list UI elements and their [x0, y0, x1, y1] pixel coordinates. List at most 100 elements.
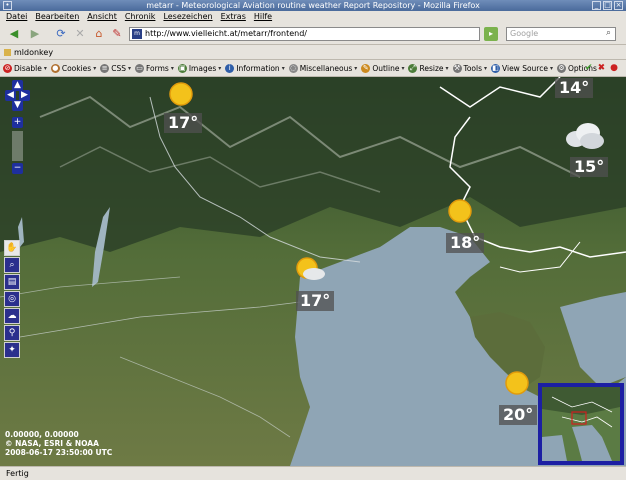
- menu-datei[interactable]: Datei: [6, 11, 27, 23]
- partly-cloudy-icon: [296, 257, 325, 280]
- bookmark-page-icon: [4, 49, 11, 56]
- dev-disable-menu[interactable]: ⊘ Disable ▾: [3, 63, 47, 73]
- chevron-down-icon: ▾: [401, 64, 405, 72]
- url-text: http://www.vielleicht.at/metarr/frontend…: [145, 29, 307, 38]
- bookmark-tool-icon[interactable]: ✎: [109, 26, 125, 42]
- menu-hilfe[interactable]: Hilfe: [254, 11, 272, 23]
- dev-tools-menu[interactable]: ⚒ Tools ▾: [452, 63, 488, 73]
- search-input[interactable]: Google: [506, 27, 616, 41]
- close-icon[interactable]: ×: [614, 1, 623, 10]
- home-icon[interactable]: ⌂: [91, 26, 107, 42]
- source-icon: ◧: [491, 63, 501, 73]
- images-icon: ▣: [177, 63, 187, 73]
- warning-icon[interactable]: ●: [610, 63, 618, 73]
- zoom-box-icon[interactable]: ⌕: [4, 257, 20, 273]
- cloud-icon: [566, 123, 604, 149]
- info-query-icon[interactable]: ✦: [4, 342, 20, 358]
- go-button[interactable]: ▸: [484, 27, 498, 41]
- hand-pan-icon[interactable]: ✋: [4, 240, 20, 256]
- url-bar[interactable]: m http://www.vielleicht.at/metarr/fronte…: [129, 27, 480, 41]
- measure-icon[interactable]: ▤: [4, 274, 20, 290]
- maximize-icon[interactable]: □: [603, 1, 612, 10]
- chevron-down-icon: ▾: [128, 64, 132, 72]
- zoom-out-icon[interactable]: −: [12, 163, 23, 174]
- no-entry-icon: ⊘: [3, 63, 12, 73]
- cookie-icon: ●: [50, 63, 60, 73]
- chevron-down-icon: ▾: [549, 64, 553, 72]
- chevron-down-icon: ▾: [354, 64, 358, 72]
- pan-down-icon[interactable]: ▼: [12, 100, 23, 111]
- menu-bar: Datei Bearbeiten Ansicht Chronik Lesezei…: [0, 11, 626, 23]
- dev-css-menu[interactable]: ≡ CSS ▾: [100, 63, 132, 73]
- dev-outline-menu[interactable]: ✎ Outline ▾: [361, 63, 405, 73]
- menu-lesezeichen[interactable]: Lesezeichen: [163, 11, 212, 23]
- weather-temp: 20°: [499, 405, 538, 425]
- stop-icon[interactable]: ✕: [72, 26, 88, 42]
- dev-forms-menu[interactable]: ▭ Forms ▾: [135, 63, 174, 73]
- zoom-in-icon[interactable]: +: [12, 117, 23, 128]
- dev-cookies-menu[interactable]: ● Cookies ▾: [50, 63, 97, 73]
- cloud-layer-icon[interactable]: ☁: [4, 308, 20, 324]
- bookmarks-toolbar: mldonkey: [0, 45, 626, 60]
- search-map-icon[interactable]: ⚲: [4, 325, 20, 341]
- dev-miscellaneous-label: Miscellaneous: [299, 63, 353, 73]
- bookmark-mldonkey[interactable]: mldonkey: [14, 48, 53, 57]
- dev-information-menu[interactable]: i Information ▾: [225, 63, 285, 73]
- status-text: Fertig: [6, 469, 29, 478]
- weather-temp: 17°: [296, 291, 335, 311]
- chevron-down-icon: ▾: [43, 64, 47, 72]
- reload-icon[interactable]: ⟳: [53, 26, 69, 42]
- sun-icon: [505, 371, 529, 395]
- chevron-down-icon: ▾: [93, 64, 97, 72]
- forward-icon[interactable]: ▶: [27, 26, 43, 42]
- map-info: 0.00000, 0.00000 © NASA, ESRI & NOAA 200…: [5, 430, 112, 457]
- search-placeholder: Google: [510, 29, 539, 38]
- dev-css-label: CSS: [111, 63, 126, 73]
- dev-miscellaneous-menu[interactable]: ◌ Miscellaneous ▾: [288, 63, 358, 73]
- menu-bearbeiten[interactable]: Bearbeiten: [35, 11, 79, 23]
- dev-images-label: Images: [188, 63, 217, 73]
- overview-map[interactable]: [538, 383, 624, 465]
- dev-resize-menu[interactable]: ⤢ Resize ▾: [408, 63, 449, 73]
- forms-icon: ▭: [135, 63, 145, 73]
- outline-icon: ✎: [361, 63, 371, 73]
- zoom-slider[interactable]: [12, 131, 23, 161]
- dev-disable-label: Disable: [14, 63, 42, 73]
- map-toolbox: ✋ ⌕ ▤ ◎ ☁ ⚲ ✦: [4, 240, 22, 359]
- overview-map-image: [542, 387, 620, 461]
- weather-temp: 14°: [555, 78, 594, 98]
- css-icon: ≡: [100, 63, 110, 73]
- chevron-down-icon: ▾: [170, 64, 174, 72]
- sun-icon: [169, 82, 193, 106]
- weather-temp: 18°: [446, 233, 485, 253]
- checkmark-icon[interactable]: ✔: [585, 63, 593, 73]
- window-menu-icon[interactable]: •: [3, 1, 12, 10]
- map-copyright: © NASA, ESRI & NOAA: [5, 439, 99, 448]
- dev-view-source-menu[interactable]: ◧ View Source ▾: [491, 63, 553, 73]
- dev-outline-label: Outline: [372, 63, 400, 73]
- chevron-down-icon: ▾: [281, 64, 285, 72]
- chevron-down-icon: ▾: [445, 64, 449, 72]
- map-timestamp: 2008-06-17 23:50:00 UTC: [5, 448, 113, 457]
- search-magnifier-icon[interactable]: ⌕: [606, 28, 611, 38]
- menu-chronik[interactable]: Chronik: [125, 11, 156, 23]
- site-favicon-icon: m: [132, 29, 142, 39]
- dev-tools-label: Tools: [463, 63, 482, 73]
- info-icon: i: [225, 63, 235, 73]
- dev-view-source-label: View Source: [502, 63, 548, 73]
- dev-images-menu[interactable]: ▣ Images ▾: [177, 63, 221, 73]
- window-titlebar: • metarr - Meteorological Aviation routi…: [0, 0, 626, 11]
- target-icon[interactable]: ◎: [4, 291, 20, 307]
- minimize-icon[interactable]: _: [592, 1, 601, 10]
- menu-extras[interactable]: Extras: [221, 11, 246, 23]
- weather-map[interactable]: ▲ ◀ ▶ ▼ + − ✋ ⌕ ▤ ◎ ☁ ⚲ ✦ 17° 14° 15° 18…: [0, 77, 626, 466]
- chevron-down-icon: ▾: [484, 64, 488, 72]
- error-icon[interactable]: ✖: [598, 63, 606, 73]
- menu-ansicht[interactable]: Ansicht: [87, 11, 117, 23]
- dev-information-label: Information: [236, 63, 280, 73]
- dev-resize-label: Resize: [419, 63, 444, 73]
- tools-icon: ⚒: [452, 63, 462, 73]
- dev-forms-label: Forms: [146, 63, 169, 73]
- back-icon[interactable]: ◀: [6, 26, 22, 42]
- misc-icon: ◌: [288, 63, 298, 73]
